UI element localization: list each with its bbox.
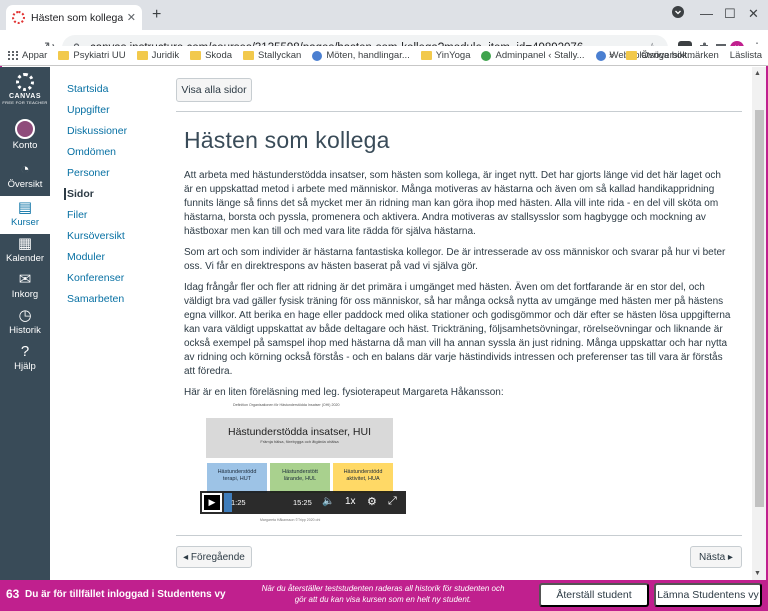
duration: 15:25 — [293, 498, 312, 507]
bookmark-link[interactable]: Möten, handlingar... — [312, 50, 410, 61]
browser-tab[interactable]: Hästen som kollega: Stallyckan ✕ — [6, 5, 142, 30]
browser-tab-bar: Hästen som kollega: Stallyckan ✕ + — ☐ ✕ — [0, 0, 768, 30]
canvas-favicon-icon — [12, 11, 25, 24]
page-icon — [481, 50, 492, 61]
slide-caption: Definition Organisationen för Hästunders… — [233, 403, 340, 407]
global-navigation: CANVAS FREE FOR TEACHER Konto ◔ Översikt… — [0, 67, 50, 580]
body-paragraph: Idag frångår fler och fler att ridning ä… — [184, 282, 731, 377]
coursenav-item-home[interactable]: Startsida — [67, 83, 108, 95]
video-player[interactable]: Definition Organisationen för Hästunders… — [200, 399, 406, 525]
slide-box-hut: Hästunderstödd terapi, HUT — [207, 463, 267, 493]
next-button[interactable]: Nästa ▸ — [690, 546, 742, 568]
bookmark-folder[interactable]: Stallyckan — [243, 50, 301, 61]
globalnav-calendar[interactable]: ▦ Kalender — [0, 235, 50, 271]
globalnav-inbox[interactable]: ✉ Inkorg — [0, 271, 50, 307]
dashboard-icon: ◔ — [20, 161, 30, 178]
folder-icon — [136, 51, 148, 60]
minimize-icon[interactable]: — — [700, 6, 713, 21]
profile-download-icon[interactable] — [672, 6, 684, 21]
bookmark-folder[interactable]: Psykiatri UU — [58, 50, 126, 61]
play-icon[interactable]: ▶ — [202, 493, 222, 512]
courses-icon: ▤ — [17, 199, 33, 216]
maximize-icon[interactable]: ☐ — [724, 6, 736, 22]
coursenav-item-grades[interactable]: Omdömen — [67, 146, 116, 158]
reset-student-button[interactable]: Återställ student — [539, 583, 649, 607]
folder-icon — [58, 51, 70, 60]
divider — [176, 111, 742, 112]
help-icon: ? — [20, 343, 30, 360]
page-icon — [595, 50, 606, 61]
tab-title: Hästen som kollega: Stallyckan — [31, 11, 123, 24]
slide-title-box: Hästunderstödda insatser, HUI Främja häl… — [206, 418, 393, 458]
bookmark-apps[interactable]: Appar — [8, 50, 47, 61]
apps-grid-icon — [8, 50, 18, 61]
page-title: Hästen som kollega — [184, 127, 390, 153]
bookmarks-bar: Appar Psykiatri UU Juridik Skoda Stallyc… — [0, 46, 768, 66]
globalnav-history[interactable]: ◷ Historik — [0, 307, 50, 343]
avatar — [15, 119, 35, 139]
coursenav-item-collaborations[interactable]: Samarbeten — [67, 293, 124, 305]
coursenav-item-assignments[interactable]: Uppgifter — [67, 104, 110, 116]
tab-close-icon[interactable]: ✕ — [127, 11, 136, 24]
folder-icon — [190, 51, 202, 60]
canvas-logo-icon — [16, 73, 34, 91]
volume-icon[interactable]: 🔈 — [322, 496, 334, 507]
playback-speed-button[interactable]: 1x — [345, 496, 356, 507]
page-content: Visa alla sidor Hästen som kollega Att a… — [166, 67, 742, 580]
coursenav-item-conferences[interactable]: Konferenser — [67, 272, 124, 284]
bookmark-other-folder[interactable]: Övriga bokmärken — [626, 50, 719, 61]
body-paragraph: Här är en liten föreläsning med leg. fys… — [184, 387, 504, 398]
coursenav-item-people[interactable]: Personer — [67, 167, 110, 179]
settings-gear-icon[interactable]: ⚙ — [367, 495, 377, 508]
reading-list-link[interactable]: Läslista — [730, 50, 762, 61]
current-time: 1:25 — [231, 498, 246, 507]
fullscreen-icon[interactable]: ⤢ — [388, 495, 397, 508]
slide-box-hul: Hästunderstött lärande, HUL — [270, 463, 330, 493]
leave-student-view-button[interactable]: Lämna Studentens vy — [654, 583, 762, 607]
globalnav-account[interactable]: Konto — [0, 119, 50, 155]
slide-subtitle: Främja hälsa, förebygga och åtgärda ohäl… — [260, 439, 339, 444]
scroll-down-icon[interactable]: ▼ — [754, 570, 761, 577]
slide-title: Hästunderstödda insatser, HUI — [228, 426, 371, 438]
page-icon — [312, 50, 323, 61]
slide-footer: Margareta Håkansson ©Tripp 2020 ohi — [260, 518, 321, 522]
bookmarks-more-icon[interactable]: » — [609, 50, 614, 61]
coursenav-item-modules[interactable]: Moduler — [67, 251, 105, 263]
video-controls: ▶ 1:25 15:25 🔈 1x ⚙ ⤢ — [200, 491, 406, 514]
scrollbar-thumb[interactable] — [755, 110, 764, 507]
student-view-icon: 63 — [6, 587, 20, 601]
window-close-icon[interactable]: ✕ — [748, 6, 759, 22]
body-paragraph: Att arbeta med hästunderstödda insatser,… — [184, 170, 721, 237]
globalnav-dashboard[interactable]: ◔ Översikt — [0, 161, 50, 197]
globalnav-help[interactable]: ? Hjälp — [0, 343, 50, 379]
coursenav-item-discussions[interactable]: Diskussioner — [67, 125, 127, 137]
body-paragraph: Som art och som individer är hästarna fa… — [184, 247, 726, 272]
slide-box-hua: Hästunderstödd aktivitet, HUA — [333, 463, 393, 493]
bookmark-folder[interactable]: Juridik — [136, 50, 179, 61]
course-navigation: Startsida Uppgifter Diskussioner Omdömen… — [50, 67, 166, 580]
folder-icon — [420, 51, 432, 60]
folder-icon — [626, 51, 638, 60]
bookmark-folder[interactable]: Skoda — [190, 50, 232, 61]
calendar-icon: ▦ — [17, 235, 33, 252]
scroll-up-icon[interactable]: ▲ — [754, 70, 761, 77]
folder-icon — [243, 51, 255, 60]
student-view-bar: 63 Du är för tillfället inloggad i Stude… — [0, 580, 768, 611]
inbox-icon: ✉ — [18, 271, 32, 288]
new-tab-button[interactable]: + — [152, 6, 161, 24]
student-view-note: När du återställer teststudenten raderas… — [261, 584, 505, 604]
page-body: Att arbeta med hästunderstödda insatser,… — [184, 169, 732, 407]
history-icon: ◷ — [18, 307, 32, 324]
coursenav-item-pages[interactable]: Sidor — [64, 188, 94, 200]
divider — [176, 535, 742, 536]
coursenav-item-syllabus[interactable]: Kursöversikt — [67, 230, 125, 242]
student-view-message: Du är för tillfället inloggad i Studente… — [25, 589, 226, 600]
previous-button[interactable]: ◂ Föregående — [176, 546, 252, 568]
coursenav-item-files[interactable]: Filer — [67, 209, 87, 221]
globalnav-courses[interactable]: ▤ Kurser — [0, 196, 50, 234]
canvas-logo[interactable]: CANVAS FREE FOR TEACHER — [0, 73, 50, 105]
bookmark-link[interactable]: Adminpanel ‹ Stally... — [481, 50, 585, 61]
show-all-pages-button[interactable]: Visa alla sidor — [176, 78, 252, 102]
bookmark-link[interactable]: YinYoga — [420, 50, 470, 61]
